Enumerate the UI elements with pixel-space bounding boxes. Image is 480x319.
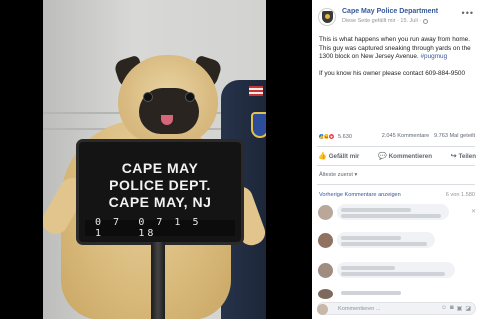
page-avatar[interactable]: [318, 8, 336, 26]
post-photo[interactable]: CAPE MAY POLICE DEPT. CAPE MAY, NJ 0 7 1…: [43, 0, 266, 319]
sign-line-1: CAPE MAY: [121, 160, 199, 176]
reactions-summary[interactable]: 👍 😆 ♥ 5.630: [318, 133, 352, 140]
sticker-icon[interactable]: ◪: [465, 305, 471, 312]
page-name-link[interactable]: Cape May Police Department: [342, 8, 438, 15]
divider: [317, 165, 475, 166]
sign-number-left: 0 7 1: [95, 217, 123, 239]
comment-sort-dropdown[interactable]: Älteste zuerst ▾: [319, 172, 357, 178]
comment-icon: 💬: [377, 153, 387, 160]
post-header: Cape May Police Department Diese Seite g…: [318, 7, 476, 29]
blurred-text: [341, 208, 411, 212]
comment-button[interactable]: 💬 Kommentieren: [378, 150, 432, 162]
post-actions: 👍 Gefällt mir 💬 Kommentieren ↪ Teilen: [318, 150, 476, 162]
flag-patch: [249, 86, 263, 96]
previous-comments-link[interactable]: Vorherige Kommentare anzeigen: [319, 192, 401, 198]
like-button[interactable]: 👍 Gefällt mir: [318, 150, 359, 162]
post-meta: Diese Seite gefällt mir · 15. Juli ·: [342, 18, 429, 24]
commenter-avatar[interactable]: [318, 263, 333, 278]
comment-input[interactable]: [338, 305, 418, 313]
like-label: Gefällt mir: [328, 152, 360, 160]
comments-count-link[interactable]: 2.045 Kommentare: [382, 133, 430, 139]
post-body: This is what happens when you run away f…: [319, 36, 475, 78]
post-stats: 👍 😆 ♥ 5.630 2.045 Kommentare 9.763 Mal g…: [318, 133, 475, 143]
globe-icon: [423, 18, 429, 24]
blurred-text: [341, 291, 401, 295]
mugshot-sign: CAPE MAY POLICE DEPT. CAPE MAY, NJ 0 7 1…: [79, 142, 241, 242]
post-text-line1: This is what happens when you run away f…: [319, 36, 471, 61]
close-icon[interactable]: ✕: [471, 208, 476, 215]
share-button[interactable]: ↪ Teilen: [451, 150, 476, 162]
divider: [317, 184, 475, 185]
comment-label: Kommentieren: [388, 152, 433, 160]
gif-icon[interactable]: ▣: [457, 305, 463, 312]
previous-comments-count: 6 von 1.580: [445, 192, 475, 198]
sign-line-2: POLICE DEPT.: [109, 177, 211, 193]
commenter-avatar[interactable]: [318, 205, 333, 220]
comment-item: [318, 262, 476, 282]
blurred-text: [341, 266, 395, 270]
comment-item: ✕: [318, 204, 476, 224]
sign-number-right: 0 7 1 5 18: [138, 217, 202, 239]
share-label: Teilen: [458, 152, 476, 160]
blurred-text: [341, 272, 445, 276]
blurred-text: [341, 214, 441, 218]
blurred-text: [341, 236, 401, 240]
police-badge-icon: [321, 11, 333, 23]
comment-item: [318, 288, 476, 300]
previous-comments-row: Vorherige Kommentare anzeigen 6 von 1.58…: [319, 192, 475, 198]
commenter-avatar[interactable]: [318, 289, 333, 299]
camera-icon[interactable]: ◙: [450, 305, 454, 312]
pug-eye: [185, 92, 195, 102]
user-avatar: [317, 304, 328, 315]
composer-icons: ☺ ◙ ▣ ◪: [441, 305, 471, 312]
comment-share-counts: 2.045 Kommentare 9.763 Mal geteilt: [382, 133, 475, 139]
share-icon: ↪: [450, 153, 457, 160]
sign-stand: [151, 242, 165, 319]
post-side-panel: Cape May Police Department Diese Seite g…: [312, 0, 480, 319]
hashtag-link[interactable]: #pugmug: [421, 53, 448, 60]
sign-number-strip: 0 7 1 0 7 1 5 18: [85, 217, 235, 239]
post-text-line2: If you know his owner please contact 609…: [319, 69, 466, 77]
police-badge-patch: [251, 112, 266, 138]
blurred-text: [341, 242, 427, 246]
shares-count-link[interactable]: 9.763 Mal geteilt: [434, 133, 475, 139]
pug-eye: [143, 92, 153, 102]
commenter-avatar[interactable]: [318, 233, 333, 248]
love-reaction-icon: ♥: [328, 133, 335, 140]
more-icon[interactable]: •••: [462, 9, 474, 18]
sign-line-3: CAPE MAY, NJ: [108, 194, 212, 210]
facebook-photo-viewer: CAPE MAY POLICE DEPT. CAPE MAY, NJ 0 7 1…: [0, 0, 480, 319]
emoji-icon[interactable]: ☺: [441, 305, 447, 312]
comment-item: [318, 232, 476, 252]
like-icon: 👍: [318, 153, 327, 160]
reaction-count: 5.630: [338, 133, 352, 140]
comment-composer: ☺ ◙ ▣ ◪: [317, 302, 476, 315]
post-meta-text[interactable]: Diese Seite gefällt mir · 15. Juli ·: [342, 18, 421, 24]
divider: [317, 146, 475, 147]
